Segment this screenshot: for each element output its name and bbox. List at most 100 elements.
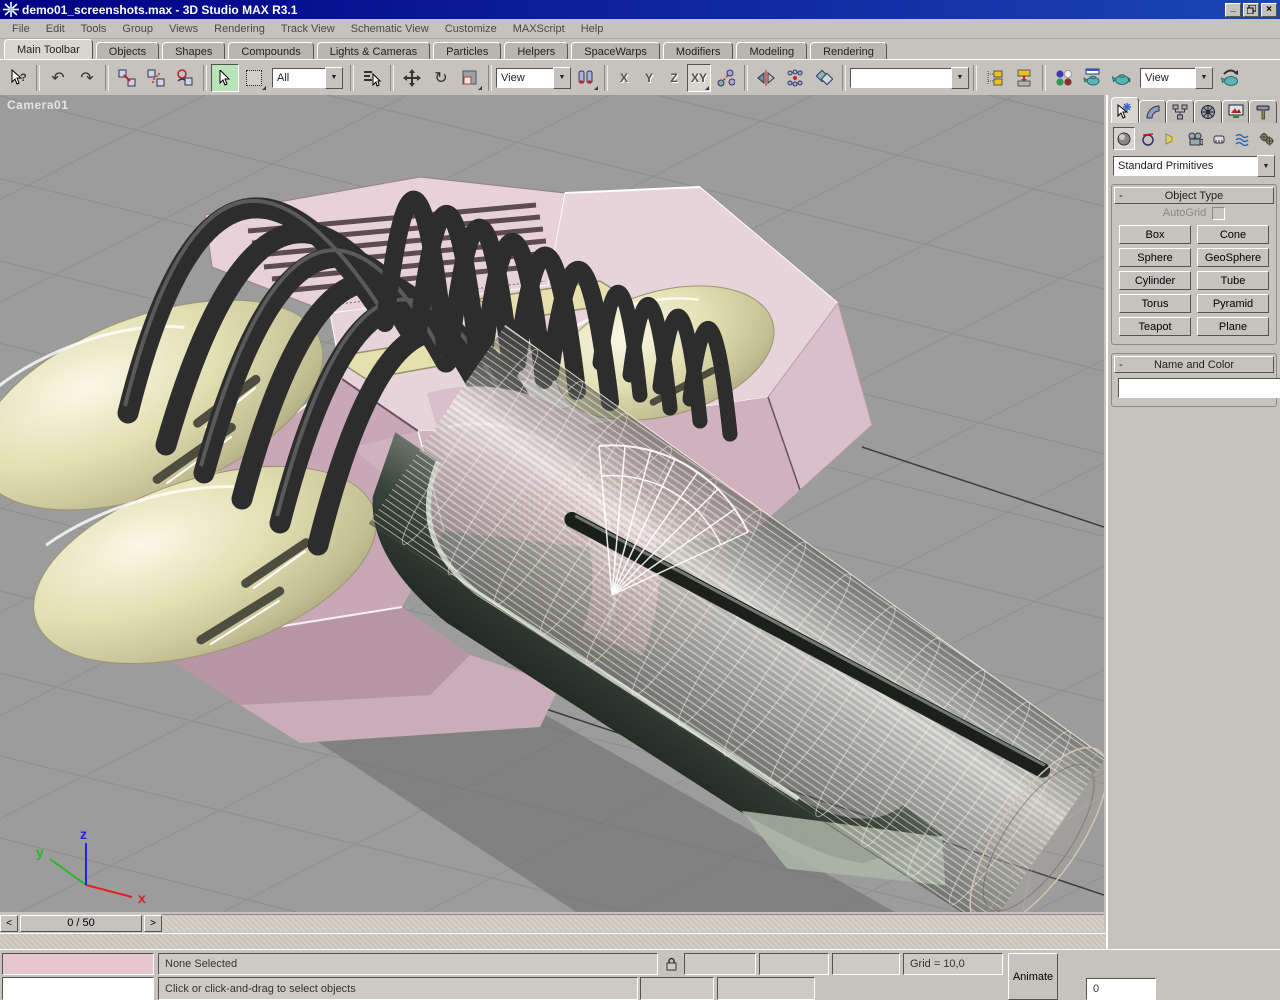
render-last-button[interactable] [1217,64,1245,92]
menu-item-rendering[interactable]: Rendering [206,21,273,37]
tab-modifiers[interactable]: Modifiers [663,42,734,59]
camera-viewport[interactable]: x y z Camera01 [0,95,1106,912]
select-and-link-button[interactable] [113,64,141,92]
select-object-button[interactable] [211,64,239,92]
cameras-category-button[interactable] [1184,127,1206,150]
lights-category-button[interactable] [1160,127,1182,150]
box-button[interactable]: Box [1119,225,1191,244]
tab-objects[interactable]: Objects [96,42,159,59]
tab-modify[interactable] [1139,100,1167,123]
open-track-view-button[interactable] [981,64,1009,92]
pivot-point-button[interactable] [572,64,600,92]
current-frame-field[interactable]: 0 [1086,978,1156,1000]
object-name-input[interactable] [1118,378,1280,398]
helpers-category-button[interactable] [1208,127,1230,150]
selection-region-button[interactable] [240,64,268,92]
menu-item-customize[interactable]: Customize [437,21,505,37]
maxscript-mini-listener-white[interactable] [2,977,154,1000]
menu-item-file[interactable]: File [4,21,38,37]
minimize-button[interactable]: _ [1225,3,1241,17]
render-scene-button[interactable] [1079,64,1107,92]
restrict-x-button[interactable]: X [612,64,636,92]
dropdown-arrow-icon[interactable]: ▼ [1195,67,1213,89]
mirror-button[interactable] [752,64,780,92]
tab-particles[interactable]: Particles [433,42,501,59]
tab-utilities[interactable] [1249,100,1277,123]
named-selection-sets-dropdown[interactable]: ▼ [850,68,969,88]
degradation-override-button[interactable] [820,996,844,1000]
restore-button[interactable] [1243,3,1259,17]
restrict-xy-plane-button[interactable]: XY [687,64,711,92]
time-slider-thumb[interactable]: 0 / 50 [20,915,142,932]
rotate-button[interactable]: ↻ [427,64,455,92]
geosphere-button[interactable]: GeoSphere [1197,248,1269,267]
plane-button[interactable]: Plane [1197,317,1269,336]
geometry-category-button[interactable] [1113,127,1135,150]
help-mode-button[interactable]: ? [4,64,32,92]
time-next-button[interactable]: > [144,915,162,932]
animate-button[interactable]: Animate [1008,953,1058,1000]
tab-rendering[interactable]: Rendering [810,42,887,59]
move-button[interactable] [398,64,426,92]
inverse-kinematics-button[interactable] [712,64,740,92]
name-color-rollout-header[interactable]: - Name and Color [1114,356,1274,373]
tab-spacewarps[interactable]: SpaceWarps [571,42,660,59]
bind-to-spacewarp-button[interactable] [171,64,199,92]
tab-hierarchy[interactable] [1166,100,1194,123]
restrict-z-button[interactable]: Z [662,64,686,92]
tab-helpers[interactable]: Helpers [504,42,568,59]
tab-shapes[interactable]: Shapes [162,42,225,59]
torus-button[interactable]: Torus [1119,294,1191,313]
menu-item-views[interactable]: Views [161,21,206,37]
menu-item-edit[interactable]: Edit [38,21,73,37]
render-type-dropdown[interactable]: View ▼ [1140,68,1213,88]
menu-item-maxscript[interactable]: MAXScript [505,21,573,37]
tube-button[interactable]: Tube [1197,271,1269,290]
sphere-button[interactable]: Sphere [1119,248,1191,267]
shapes-category-button[interactable] [1137,127,1159,150]
time-slider-track[interactable] [162,914,1104,932]
tab-lights-cameras[interactable]: Lights & Cameras [317,42,430,59]
tab-motion[interactable] [1194,100,1222,123]
menu-item-track-view[interactable]: Track View [273,21,343,37]
tab-main-toolbar[interactable]: Main Toolbar [4,39,93,59]
undo-button[interactable]: ↶ [44,64,72,92]
align-button[interactable] [810,64,838,92]
autogrid-checkbox[interactable] [1212,207,1225,220]
close-button[interactable]: × [1261,3,1277,17]
menu-item-tools[interactable]: Tools [73,21,115,37]
dropdown-arrow-icon[interactable]: ▼ [553,67,571,89]
material-editor-button[interactable] [1050,64,1078,92]
array-button[interactable] [781,64,809,92]
unlink-selection-button[interactable] [142,64,170,92]
viewport-label[interactable]: Camera01 [7,98,68,112]
cone-button[interactable]: Cone [1197,225,1269,244]
systems-category-button[interactable] [1255,127,1277,150]
menu-item-help[interactable]: Help [573,21,612,37]
tab-display[interactable] [1222,100,1250,123]
cylinder-button[interactable]: Cylinder [1119,271,1191,290]
tab-compounds[interactable]: Compounds [228,42,313,59]
quick-render-button[interactable] [1108,64,1136,92]
restrict-y-button[interactable]: Y [637,64,661,92]
tab-create[interactable] [1111,97,1139,123]
dropdown-arrow-icon[interactable]: ▼ [325,67,343,89]
menu-item-schematic-view[interactable]: Schematic View [343,21,437,37]
category-dropdown[interactable]: Standard Primitives ▼ [1113,156,1275,176]
pyramid-button[interactable]: Pyramid [1197,294,1269,313]
reference-coordsys-dropdown[interactable]: View ▼ [496,68,571,88]
maxscript-mini-listener-pink[interactable] [2,953,154,975]
tab-modeling[interactable]: Modeling [736,42,807,59]
dropdown-arrow-icon[interactable]: ▼ [951,67,969,89]
dropdown-arrow-icon[interactable]: ▼ [1257,155,1275,177]
spacewarps-category-button[interactable] [1232,127,1254,150]
teapot-button[interactable]: Teapot [1119,317,1191,336]
object-type-rollout-header[interactable]: - Object Type [1114,187,1274,204]
open-schematic-view-button[interactable] [1010,64,1038,92]
select-by-name-button[interactable] [358,64,386,92]
menu-item-group[interactable]: Group [114,21,161,37]
redo-button[interactable]: ↷ [73,64,101,92]
selection-lock-button[interactable] [662,955,680,973]
time-prev-button[interactable]: < [0,915,18,932]
selection-filter-dropdown[interactable]: All ▼ [272,68,343,88]
